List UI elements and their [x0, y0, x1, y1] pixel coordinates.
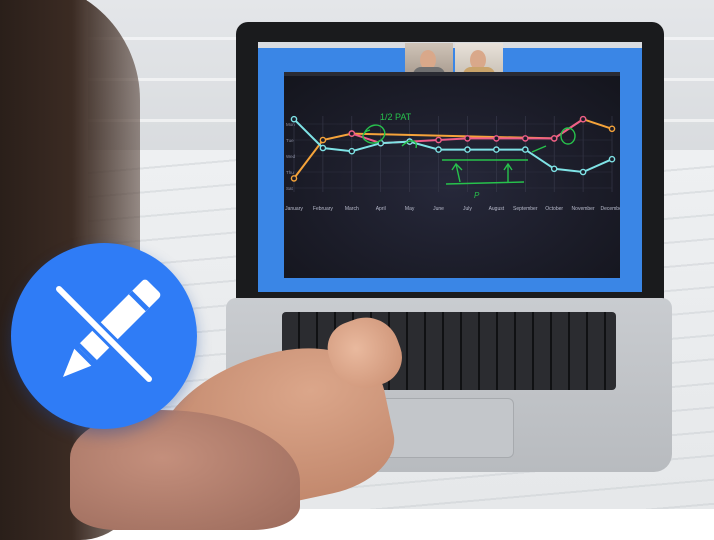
y-axis-label: Wed — [286, 154, 296, 159]
x-axis-label: September — [513, 206, 538, 212]
y-axis-label: Sat — [286, 186, 294, 191]
pink-point — [435, 136, 442, 144]
pencil-crossed-badge — [11, 243, 197, 429]
cyan-point — [608, 155, 616, 163]
pink-point — [464, 135, 471, 142]
annotation-text: 1/2 PAT — [380, 112, 412, 122]
pink-point — [550, 135, 558, 142]
cyan-point — [290, 115, 298, 123]
y-axis-label: Mon — [286, 122, 295, 127]
x-axis-label: February — [313, 206, 334, 212]
orange-point — [608, 125, 616, 133]
x-axis-label: October — [545, 206, 563, 212]
x-axis-label: August — [489, 206, 505, 212]
cyan-point — [579, 168, 587, 176]
pink-point — [493, 135, 500, 142]
x-axis-label: May — [405, 206, 415, 212]
annotation-mark: P — [474, 191, 480, 200]
pink-point — [579, 115, 587, 123]
underline-annotation — [445, 181, 525, 185]
laptop-screen: Mon Tue Wed Thu Sat January February March Apri… — [258, 42, 642, 292]
cyan-point — [435, 146, 442, 153]
pencil-crossed-icon — [53, 279, 161, 385]
cyan-point — [348, 147, 356, 155]
x-axis-label: March — [345, 206, 359, 212]
pink-point — [348, 130, 356, 137]
y-axis-label: Tue — [286, 138, 294, 143]
x-axis-labels: January February March April May June July Augu… — [285, 206, 620, 212]
cyan-point — [464, 146, 471, 153]
line-chart: Mon Tue Wed Thu Sat January February March Apri… — [285, 112, 620, 212]
trackpad — [376, 398, 514, 458]
cyan-series-line — [293, 118, 613, 174]
dash-annotation — [531, 145, 547, 153]
cyan-point — [493, 146, 500, 153]
orange-point — [290, 175, 298, 182]
x-axis-label: June — [433, 206, 444, 212]
x-axis-label: April — [376, 206, 386, 212]
cyan-point — [521, 146, 529, 153]
x-axis-label: January — [285, 206, 303, 212]
pink-point — [521, 135, 529, 142]
cyan-point — [550, 165, 558, 173]
x-axis-label: November — [572, 206, 595, 212]
x-axis-label: July — [463, 206, 472, 212]
chart-grid — [293, 116, 613, 192]
x-axis-label: December — [600, 206, 620, 212]
orange-point — [319, 136, 327, 144]
cyan-point — [319, 144, 327, 152]
chart-window: Mon Tue Wed Thu Sat January February March Apri… — [284, 72, 620, 278]
y-axis-label: Thu — [286, 170, 294, 175]
